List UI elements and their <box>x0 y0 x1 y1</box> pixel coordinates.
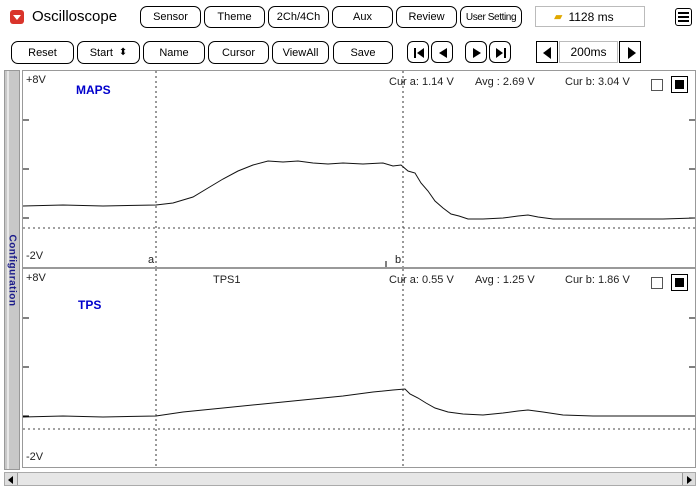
tps-waveform-grid <box>23 269 695 467</box>
start-button[interactable]: Start ⬍ <box>77 41 140 64</box>
arrow-left-icon <box>543 47 551 59</box>
channel-panel-maps[interactable]: +8V MAPS Cur a: 1.14 V Avg : 2.69 V Cur … <box>22 70 696 268</box>
cursor-b-marker[interactable]: b <box>395 254 401 266</box>
timebase-field[interactable]: 200ms <box>559 41 618 63</box>
start-spinner-icon: ⬍ <box>118 47 128 58</box>
timebase-value: 200ms <box>570 45 607 59</box>
step-back-icon <box>439 48 447 58</box>
start-button-label: Start <box>89 46 113 59</box>
maps-top-scale: +8V <box>26 74 46 86</box>
tps-cursor-a: Cur a: 0.55 V <box>389 274 454 286</box>
tps-sensor-label: TPS1 <box>213 274 241 286</box>
scroll-left-icon <box>8 476 13 484</box>
window-menu-icon[interactable] <box>675 8 692 26</box>
tps-average: Avg : 1.25 V <box>475 274 535 286</box>
sensor-button-label: Sensor <box>153 11 188 23</box>
name-button-label: Name <box>159 46 189 59</box>
name-button[interactable]: Name <box>143 41 205 64</box>
reset-button-label: Reset <box>28 46 57 59</box>
folder-icon: ▰ <box>554 11 563 23</box>
review-button[interactable]: Review <box>396 6 457 28</box>
prev-frame-button[interactable] <box>431 41 453 63</box>
user-setting-button[interactable]: User Setting <box>460 6 522 28</box>
tps-cursor-b: Cur b: 1.86 V <box>565 274 630 286</box>
last-frame-button[interactable] <box>489 41 511 63</box>
aux-button[interactable]: Aux <box>332 6 393 28</box>
cursor-button-label: Cursor <box>221 46 255 59</box>
tps-select-checkbox[interactable] <box>651 277 663 289</box>
theme-button[interactable]: Theme <box>204 6 265 28</box>
channel-mode-label: 2Ch/4Ch <box>276 11 321 23</box>
scroll-right-icon <box>687 476 692 484</box>
maps-cursor-a: Cur a: 1.14 V <box>389 76 454 88</box>
maps-select-checkbox[interactable] <box>651 79 663 91</box>
app-menu-icon[interactable] <box>10 10 24 24</box>
skip-first-icon <box>414 48 424 58</box>
theme-button-label: Theme <box>217 11 252 23</box>
sensor-button[interactable]: Sensor <box>140 6 201 28</box>
time-readout: ▰ 1128 ms <box>535 6 645 27</box>
cursor-a-marker[interactable]: a <box>148 254 154 266</box>
configuration-side-tab[interactable]: Configuration <box>4 70 20 470</box>
scroll-left-button[interactable] <box>5 473 18 485</box>
next-frame-button[interactable] <box>465 41 487 63</box>
first-frame-button[interactable] <box>407 41 429 63</box>
view-all-button[interactable]: ViewAll <box>272 41 329 64</box>
cursor-button[interactable]: Cursor <box>208 41 269 64</box>
configuration-tab-label: Configuration <box>6 234 18 307</box>
maps-sensor-label-box <box>209 76 272 100</box>
timebase-decrease-button[interactable] <box>536 41 558 63</box>
tps-bottom-scale: -2V <box>26 451 44 463</box>
timebase-increase-button[interactable] <box>619 41 641 63</box>
reset-button[interactable]: Reset <box>11 41 74 64</box>
maps-cursor-b: Cur b: 3.04 V <box>565 76 630 88</box>
tps-record-toggle[interactable] <box>671 274 688 291</box>
save-button[interactable]: Save <box>333 41 393 64</box>
maps-waveform-grid <box>23 71 695 267</box>
save-button-label: Save <box>350 46 376 59</box>
arrow-right-icon <box>628 47 636 59</box>
time-readout-value: 1128 ms <box>568 9 614 24</box>
maps-bottom-scale: -2V <box>26 250 44 262</box>
view-all-label: ViewAll <box>282 46 319 59</box>
maps-average: Avg : 2.69 V <box>475 76 535 88</box>
user-setting-label: User Setting <box>465 11 517 23</box>
horizontal-scrollbar[interactable] <box>4 472 696 486</box>
maps-channel-name: MAPS <box>76 83 111 97</box>
step-forward-icon <box>473 48 481 58</box>
scroll-right-button[interactable] <box>682 473 695 485</box>
maps-record-toggle[interactable] <box>671 76 688 93</box>
title-bar: Oscilloscope Sensor Theme 2Ch/4Ch Aux Re… <box>0 0 700 34</box>
review-button-label: Review <box>408 11 445 23</box>
app-title: Oscilloscope <box>32 8 118 25</box>
tps-top-scale: +8V <box>26 272 46 284</box>
channel-mode-button[interactable]: 2Ch/4Ch <box>268 6 329 28</box>
tps-channel-name: TPS <box>78 298 102 312</box>
skip-last-icon <box>496 48 506 58</box>
channel-panel-tps[interactable]: +8V TPS TPS1 Cur a: 0.55 V Avg : 1.25 V … <box>22 268 696 468</box>
aux-button-label: Aux <box>353 11 372 23</box>
